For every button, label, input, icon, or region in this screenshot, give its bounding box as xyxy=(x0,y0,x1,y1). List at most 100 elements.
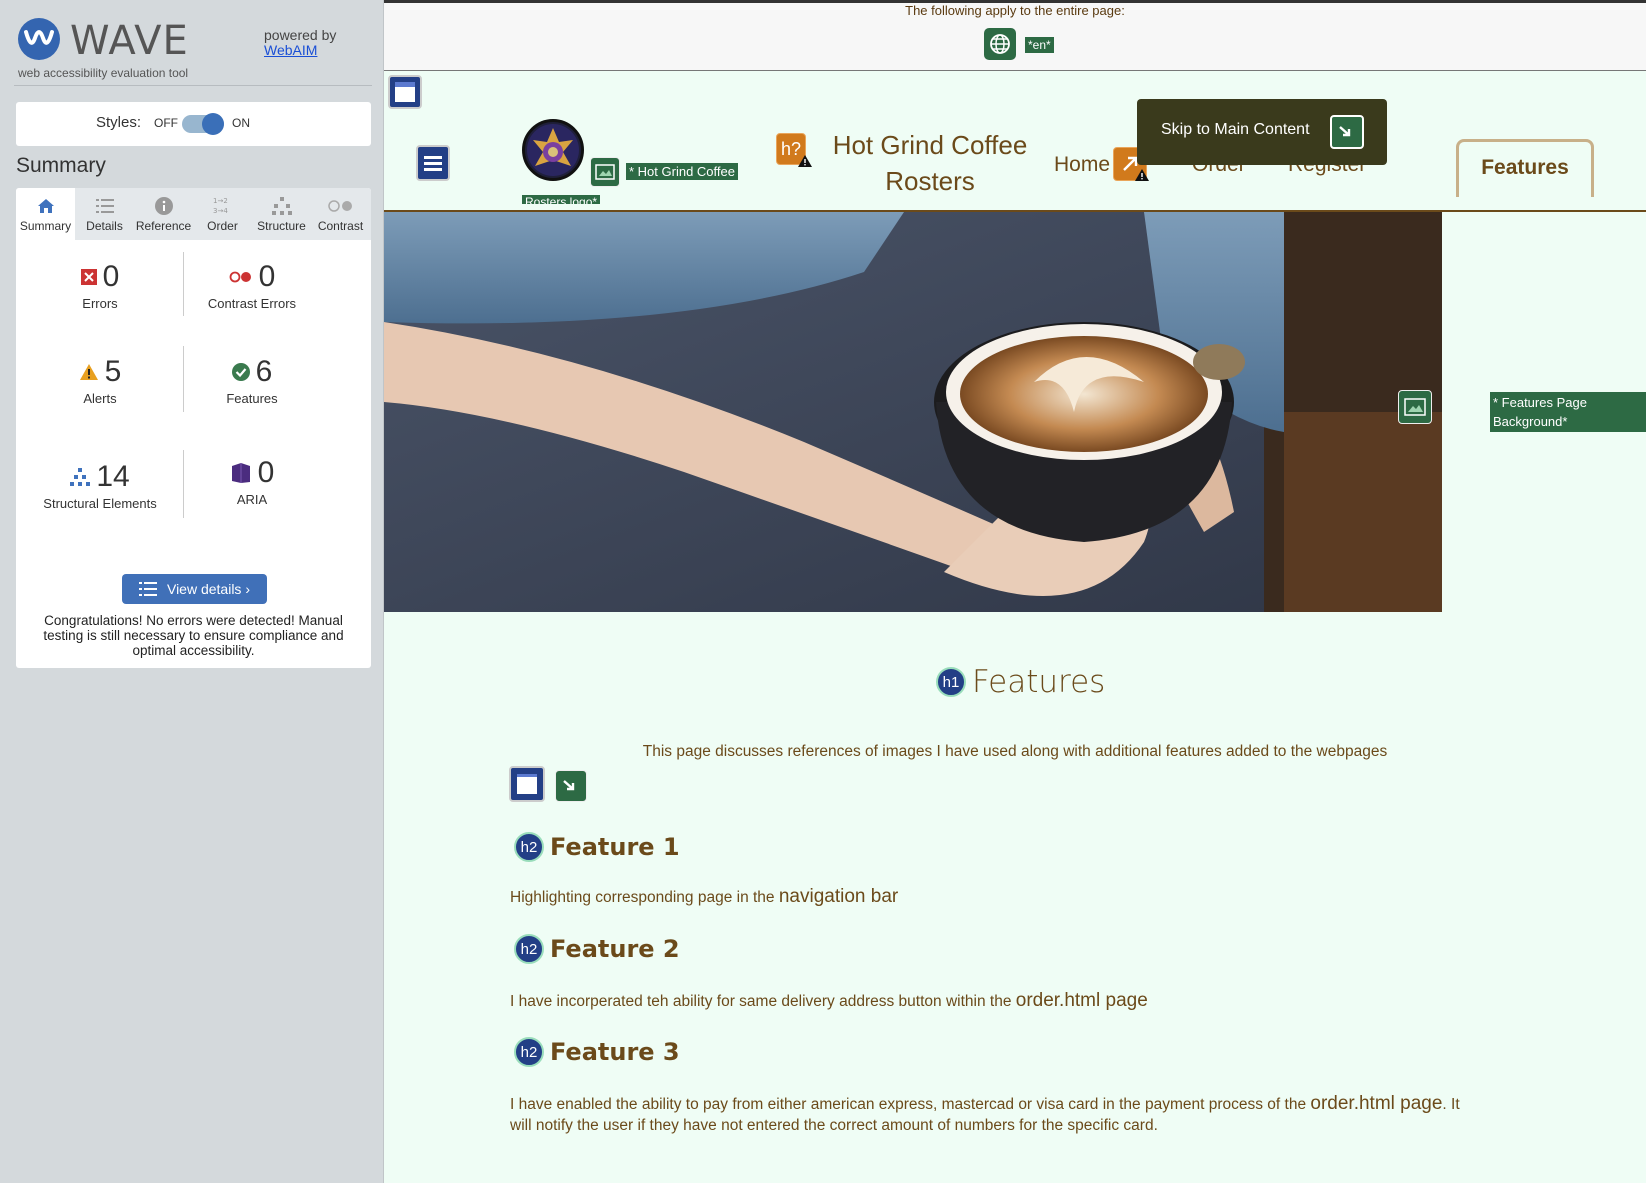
warning-triangle-icon xyxy=(798,155,812,167)
powered-by: powered by WebAIM xyxy=(264,28,336,58)
feature-3-title: Feature 3 xyxy=(550,1038,680,1066)
navigation-region-icon[interactable] xyxy=(416,145,450,181)
stat-errors[interactable]: 0 Errors xyxy=(20,260,180,311)
structure-element-icon xyxy=(70,468,91,486)
h2-badge-icon[interactable]: h2 xyxy=(514,934,544,964)
language-tag[interactable]: *en* xyxy=(1025,37,1054,53)
errors-count: 0 xyxy=(102,260,120,293)
structure-icon xyxy=(271,197,292,215)
wave-header: WAVE web accessibility evaluation tool p… xyxy=(14,14,372,86)
feature-3-body: I have enabled the ability to pay from e… xyxy=(510,1096,1311,1113)
tab-structure[interactable]: Structure xyxy=(252,188,311,240)
page-title: Features xyxy=(972,664,1106,700)
feature-2-title: Feature 2 xyxy=(550,935,680,963)
skip-link-text: Skip to Main Content xyxy=(1161,121,1310,138)
wave-subtitle: web accessibility evaluation tool xyxy=(18,66,189,80)
view-details-label: View details › xyxy=(166,581,250,597)
h2-badge-icon[interactable]: h2 xyxy=(514,832,544,862)
errors-label: Errors xyxy=(82,296,118,311)
apply-text: The following apply to the entire page: xyxy=(905,3,1125,18)
feature-check-icon xyxy=(231,363,250,381)
nav-home[interactable]: Home xyxy=(1054,153,1110,177)
main-region-icon[interactable] xyxy=(509,766,545,802)
site-header: * Hot Grind Coffee Rosters logo* h? Hot … xyxy=(384,71,1646,212)
styles-on-label: ON xyxy=(232,116,250,130)
list-icon xyxy=(138,582,157,596)
contrast-error-icon xyxy=(229,271,251,283)
background-alt-tag[interactable]: * Features Page Background* xyxy=(1490,392,1646,432)
styles-toggle-box: Styles: OFF ON xyxy=(16,102,371,146)
h2-badge-icon[interactable]: h2 xyxy=(514,1037,544,1067)
tab-order[interactable]: 1→2 3→4 Order xyxy=(193,188,252,240)
view-details-button[interactable]: View details › xyxy=(122,574,267,604)
tab-details[interactable]: Details xyxy=(75,188,134,240)
styles-off-label: OFF xyxy=(154,116,178,130)
stat-contrast-errors[interactable]: 0 Contrast Errors xyxy=(172,260,332,311)
error-icon xyxy=(80,269,97,285)
wave-sidebar: WAVE web accessibility evaluation tool p… xyxy=(0,0,384,1183)
aria-count: 0 xyxy=(257,456,275,489)
site-logo-image[interactable] xyxy=(522,119,584,181)
feature-2-body: I have incorperated teh ability for same… xyxy=(510,993,1016,1010)
intro-paragraph: This page discusses references of images… xyxy=(642,743,1388,760)
feature-1-highlight: navigation bar xyxy=(778,886,899,907)
stat-features[interactable]: 6 Features xyxy=(172,355,332,406)
wave-brand: WAVE xyxy=(70,18,189,64)
background-image-icon[interactable] xyxy=(1398,390,1432,424)
logo-alt-tag[interactable]: * Hot Grind Coffee xyxy=(626,163,738,180)
logo-alt-tag-line2[interactable]: Rosters logo* xyxy=(522,195,601,204)
stat-alerts[interactable]: 5 Alerts xyxy=(20,355,180,406)
home-icon xyxy=(37,199,54,213)
aria-label: ARIA xyxy=(236,492,268,507)
tab-contrast[interactable]: Contrast xyxy=(311,188,370,240)
skip-target-icon[interactable] xyxy=(555,770,587,802)
tab-reference[interactable]: Reference xyxy=(134,188,193,240)
styles-toggle[interactable] xyxy=(182,113,224,135)
tab-summary[interactable]: Summary xyxy=(16,188,75,240)
feature-2-highlight: order.html page xyxy=(1015,990,1148,1011)
summary-panel: Summary Details Reference 1→2 3→4 Order S… xyxy=(16,188,371,668)
info-icon xyxy=(154,197,173,215)
feature-1-body: Highlighting corresponding page in the xyxy=(510,889,779,906)
feature-1-title: Feature 1 xyxy=(550,833,680,861)
alerts-label: Alerts xyxy=(83,391,117,406)
order-icon: 1→23→4 xyxy=(213,197,228,215)
svg-text:3→4: 3→4 xyxy=(213,207,228,215)
warning-triangle-icon xyxy=(1135,169,1149,181)
toggle-knob[interactable] xyxy=(202,113,224,135)
tab-contrast-label: Contrast xyxy=(317,219,364,233)
svg-text:1→2: 1→2 xyxy=(213,197,228,205)
skip-link-icon[interactable] xyxy=(1330,115,1364,149)
features-count: 6 xyxy=(255,355,273,388)
feature-3-highlight: order.html page xyxy=(1310,1093,1443,1114)
features-label: Features xyxy=(226,391,278,406)
webaim-link[interactable]: WebAIM xyxy=(264,43,336,58)
h1-badge-icon[interactable]: h1 xyxy=(936,667,966,697)
site-title: Hot Grind Coffee Rosters xyxy=(832,130,1028,196)
feature-3-heading: h2 Feature 3 xyxy=(514,1037,680,1067)
page-level-bar: The following apply to the entire page: … xyxy=(384,0,1646,71)
wave-logo-icon xyxy=(18,18,60,60)
list-icon xyxy=(95,199,114,213)
alerts-count: 5 xyxy=(104,355,122,388)
hero-coffee-image xyxy=(384,212,1442,612)
tab-structure-label: Structure xyxy=(257,219,306,233)
styles-label: Styles: xyxy=(96,114,142,131)
coffee-photo xyxy=(384,212,1442,612)
main-heading: h1 Features xyxy=(936,664,1105,700)
contrast-icon xyxy=(327,200,352,212)
alert-icon xyxy=(79,364,98,380)
stat-structural[interactable]: 14 Structural Elements xyxy=(20,460,180,511)
wave-tabs: Summary Details Reference 1→2 3→4 Order S… xyxy=(16,188,371,240)
nav-features-active[interactable]: Features xyxy=(1456,139,1594,197)
evaluated-page: The following apply to the entire page: … xyxy=(384,0,1646,1183)
stat-aria[interactable]: 0 ARIA xyxy=(172,456,332,507)
alt-text-image-icon[interactable] xyxy=(590,157,620,187)
tab-details-label: Details xyxy=(86,219,123,233)
aria-icon xyxy=(231,463,250,483)
feature-3-text: I have enabled the ability to pay from e… xyxy=(510,1093,1470,1136)
contrast-errors-count: 0 xyxy=(258,260,276,293)
language-globe-icon[interactable] xyxy=(984,28,1016,60)
congrats-message: Congratulations! No errors were detected… xyxy=(43,613,344,658)
skip-link-tooltip[interactable]: Skip to Main Content xyxy=(1137,99,1387,165)
